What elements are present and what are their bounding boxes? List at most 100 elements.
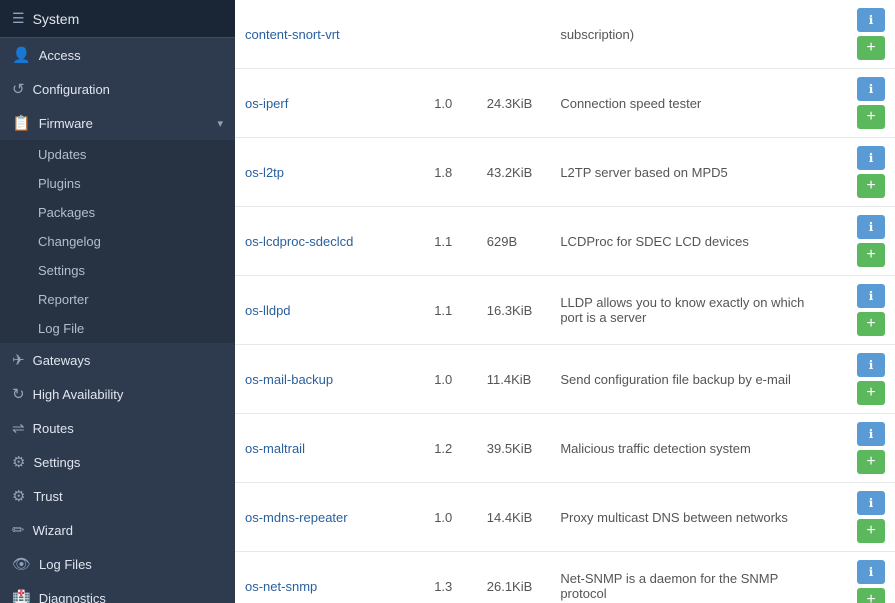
package-version: 1.0 [424, 345, 477, 414]
sidebar: ☰ System 👤 Access ↺ Configuration 📋 Firm… [0, 0, 235, 603]
table-row: content-snort-vrt subscription) ℹ + [235, 0, 895, 69]
wizard-icon: ✏ [12, 521, 25, 539]
sidebar-item-label: Access [39, 48, 81, 63]
sidebar-item-label: Diagnostics [39, 591, 106, 603]
add-button[interactable]: + [857, 105, 885, 129]
sidebar-item-label: Settings [33, 455, 80, 470]
firmware-icon: 📋 [12, 114, 31, 132]
sidebar-item-label: Routes [33, 421, 74, 436]
package-size [477, 0, 551, 69]
info-button[interactable]: ℹ [857, 77, 885, 101]
package-description: LCDProc for SDEC LCD devices [550, 207, 823, 276]
table-row: os-net-snmp1.326.1KiBNet-SNMP is a daemo… [235, 552, 895, 603]
package-description: L2TP server based on MPD5 [550, 138, 823, 207]
add-button[interactable]: + [857, 588, 885, 603]
system-icon: ☰ [12, 10, 25, 27]
sidebar-item-wizard[interactable]: ✏ Wizard [0, 513, 235, 547]
sidebar-item-label: Log Files [39, 557, 92, 572]
access-icon: 👤 [12, 46, 31, 64]
sidebar-item-diagnostics[interactable]: 🏥 Diagnostics [0, 581, 235, 603]
info-button[interactable]: ℹ [857, 215, 885, 239]
sidebar-subitem-plugins[interactable]: Plugins [0, 169, 235, 198]
add-button[interactable]: + [857, 381, 885, 405]
sidebar-item-trust[interactable]: ⚙ Trust [0, 479, 235, 513]
sidebar-system-header[interactable]: ☰ System [0, 0, 235, 38]
log-files-icon: 👁 [12, 555, 31, 573]
add-button[interactable]: + [857, 519, 885, 543]
high-availability-icon: ↻ [12, 385, 25, 403]
package-name: os-lcdproc-sdeclcd [235, 207, 424, 276]
package-actions: ℹ+ [824, 414, 895, 483]
package-size: 24.3KiB [477, 69, 551, 138]
info-button[interactable]: ℹ [857, 353, 885, 377]
sidebar-subitem-reporter[interactable]: Reporter [0, 285, 235, 314]
package-description: subscription) [550, 0, 823, 69]
package-version: 1.1 [424, 207, 477, 276]
info-button[interactable]: ℹ [857, 491, 885, 515]
package-name: os-lldpd [235, 276, 424, 345]
package-name: os-maltrail [235, 414, 424, 483]
sidebar-item-firmware[interactable]: 📋 Firmware ▾ [0, 106, 235, 140]
package-description: Proxy multicast DNS between networks [550, 483, 823, 552]
gateways-icon: ✈ [12, 351, 25, 369]
table-row: os-lldpd1.116.3KiBLLDP allows you to kno… [235, 276, 895, 345]
info-button[interactable]: ℹ [857, 560, 885, 584]
sidebar-item-label: Gateways [33, 353, 91, 368]
sidebar-item-label: Firmware [39, 116, 93, 131]
add-button[interactable]: + [857, 450, 885, 474]
table-row: os-maltrail1.239.5KiBMalicious traffic d… [235, 414, 895, 483]
info-button[interactable]: ℹ [857, 146, 885, 170]
package-name: os-l2tp [235, 138, 424, 207]
package-name: content-snort-vrt [235, 0, 424, 69]
system-label: System [33, 11, 80, 27]
info-button[interactable]: ℹ [857, 284, 885, 308]
sidebar-item-label: Wizard [33, 523, 73, 538]
package-size: 39.5KiB [477, 414, 551, 483]
sidebar-item-label: Configuration [33, 82, 110, 97]
package-actions: ℹ+ [824, 276, 895, 345]
diagnostics-icon: 🏥 [12, 589, 31, 603]
sidebar-item-log-files[interactable]: 👁 Log Files [0, 547, 235, 581]
package-description: LLDP allows you to know exactly on which… [550, 276, 823, 345]
routes-icon: ⇌ [12, 419, 25, 437]
add-button[interactable]: + [857, 174, 885, 198]
sidebar-item-settings[interactable]: ⚙ Settings [0, 445, 235, 479]
package-actions: ℹ+ [824, 138, 895, 207]
sidebar-subitem-packages[interactable]: Packages [0, 198, 235, 227]
sidebar-subitem-changelog[interactable]: Changelog [0, 227, 235, 256]
package-version: 1.0 [424, 69, 477, 138]
package-description: Malicious traffic detection system [550, 414, 823, 483]
sidebar-subitem-log-file[interactable]: Log File [0, 314, 235, 343]
sidebar-subitem-updates[interactable]: Updates [0, 140, 235, 169]
package-description: Send configuration file backup by e-mail [550, 345, 823, 414]
package-version: 1.0 [424, 483, 477, 552]
add-button[interactable]: + [857, 36, 885, 60]
main-content: content-snort-vrtsubscription)ℹ+os-iperf… [235, 0, 895, 603]
package-size: 26.1KiB [477, 552, 551, 603]
sidebar-item-routes[interactable]: ⇌ Routes [0, 411, 235, 445]
add-button[interactable]: + [857, 243, 885, 267]
package-actions: ℹ+ [824, 345, 895, 414]
add-button[interactable]: + [857, 312, 885, 336]
package-name: os-mdns-repeater [235, 483, 424, 552]
package-actions: ℹ+ [824, 552, 895, 603]
info-button[interactable]: ℹ [857, 8, 885, 32]
package-description: Net-SNMP is a daemon for the SNMP protoc… [550, 552, 823, 603]
sidebar-item-access[interactable]: 👤 Access [0, 38, 235, 72]
sidebar-item-high-availability[interactable]: ↻ High Availability [0, 377, 235, 411]
packages-table: content-snort-vrtsubscription)ℹ+os-iperf… [235, 0, 895, 603]
table-row: os-mail-backup1.011.4KiBSend configurati… [235, 345, 895, 414]
configuration-icon: ↺ [12, 80, 25, 98]
package-actions: ℹ+ [824, 207, 895, 276]
sidebar-item-gateways[interactable]: ✈ Gateways [0, 343, 235, 377]
chevron-down-icon: ▾ [217, 117, 223, 130]
package-description: Connection speed tester [550, 69, 823, 138]
package-size: 14.4KiB [477, 483, 551, 552]
info-button[interactable]: ℹ [857, 422, 885, 446]
sidebar-subitem-settings[interactable]: Settings [0, 256, 235, 285]
package-name: os-iperf [235, 69, 424, 138]
package-size: 629B [477, 207, 551, 276]
sidebar-item-configuration[interactable]: ↺ Configuration [0, 72, 235, 106]
trust-icon: ⚙ [12, 487, 25, 505]
package-actions: ℹ+ [824, 483, 895, 552]
